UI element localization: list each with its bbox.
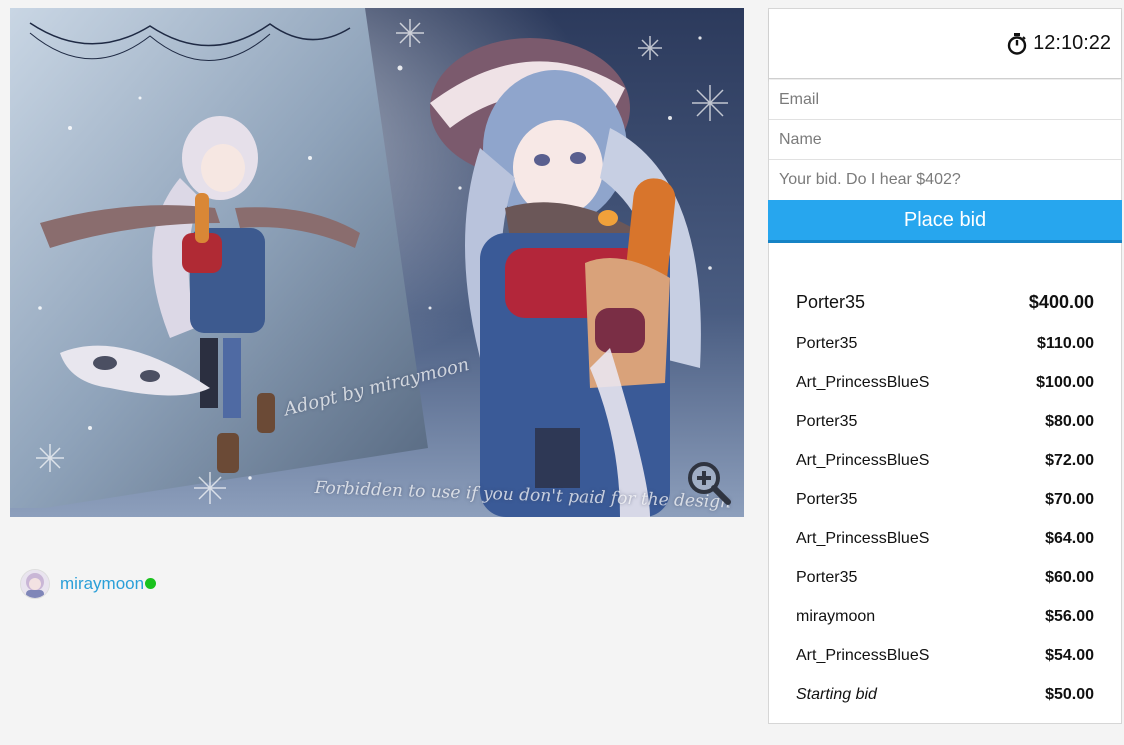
bid-amount: $110.00 bbox=[1037, 334, 1094, 352]
bid-amount: $80.00 bbox=[1045, 412, 1094, 430]
bid-row: Porter35 $60.00 bbox=[796, 558, 1094, 597]
bid-row-top: Porter35 $400.00 bbox=[796, 283, 1094, 322]
bidder-name: Porter35 bbox=[796, 412, 858, 430]
name-field[interactable] bbox=[769, 120, 1121, 160]
avatar[interactable] bbox=[20, 569, 50, 599]
bid-amount: $54.00 bbox=[1045, 646, 1094, 664]
artwork-image[interactable]: Adopt by miraymoon Forbidden to use if y… bbox=[10, 8, 744, 517]
bid-amount: $56.00 bbox=[1045, 607, 1094, 625]
starting-bid-label: Starting bid bbox=[796, 685, 877, 703]
zoom-in-icon[interactable] bbox=[686, 460, 732, 506]
stopwatch-icon bbox=[1007, 32, 1027, 55]
bidder-name: Porter35 bbox=[796, 334, 858, 352]
bid-panel: 12:10:22 Place bid Porter35 $400.00 Port… bbox=[768, 8, 1122, 724]
bid-amount: $70.00 bbox=[1045, 490, 1094, 508]
bidder-name: Art_PrincessBlueS bbox=[796, 529, 930, 547]
top-bid: Porter35 $400.00 bbox=[796, 283, 1094, 322]
timer-text: 12:10:22 bbox=[1033, 32, 1111, 54]
bid-row: miraymoon $56.00 bbox=[796, 597, 1094, 636]
online-status-dot bbox=[145, 577, 157, 589]
bidder-name: Porter35 bbox=[796, 568, 858, 586]
bidder-name: miraymoon bbox=[796, 607, 876, 625]
starting-bid-row: Starting bid $50.00 bbox=[796, 675, 1094, 714]
bidder-name: Porter35 bbox=[796, 490, 858, 508]
bid-amount: $72.00 bbox=[1045, 451, 1094, 469]
email-field[interactable] bbox=[769, 80, 1121, 120]
artist-info: miraymoon bbox=[20, 569, 157, 599]
top-bidder-name: Porter35 bbox=[796, 292, 866, 312]
starting-bid-amount: $50.00 bbox=[1045, 685, 1094, 703]
bid-row: Art_PrincessBlueS $64.00 bbox=[796, 519, 1094, 558]
top-bid-amount: $400.00 bbox=[1028, 292, 1094, 312]
bid-row: Porter35 $80.00 bbox=[796, 402, 1094, 441]
bid-row: Porter35 $70.00 bbox=[796, 480, 1094, 519]
bid-history-list: Porter35 $110.00 Art_PrincessBlueS $100.00… bbox=[796, 324, 1094, 714]
place-bid-button[interactable]: Place bid bbox=[768, 200, 1122, 243]
bid-amount-input[interactable] bbox=[769, 160, 1121, 200]
bid-amount: $100.00 bbox=[1036, 373, 1094, 391]
bid-amount: $64.00 bbox=[1045, 529, 1094, 547]
bid-row: Art_PrincessBlueS $72.00 bbox=[796, 441, 1094, 480]
auction-timer: 12:10:22 bbox=[769, 9, 1121, 79]
bidder-name: Art_PrincessBlueS bbox=[796, 646, 930, 664]
bid-row: Art_PrincessBlueS $54.00 bbox=[796, 636, 1094, 675]
bidder-name: Art_PrincessBlueS bbox=[796, 451, 930, 469]
bid-row: Art_PrincessBlueS $100.00 bbox=[796, 363, 1094, 402]
artwork-illustration bbox=[10, 8, 744, 517]
bidder-name: Art_PrincessBlueS bbox=[796, 373, 930, 391]
bid-row: Porter35 $110.00 bbox=[796, 324, 1094, 363]
artist-name-link[interactable]: miraymoon bbox=[60, 574, 144, 594]
bid-amount: $60.00 bbox=[1045, 568, 1094, 586]
